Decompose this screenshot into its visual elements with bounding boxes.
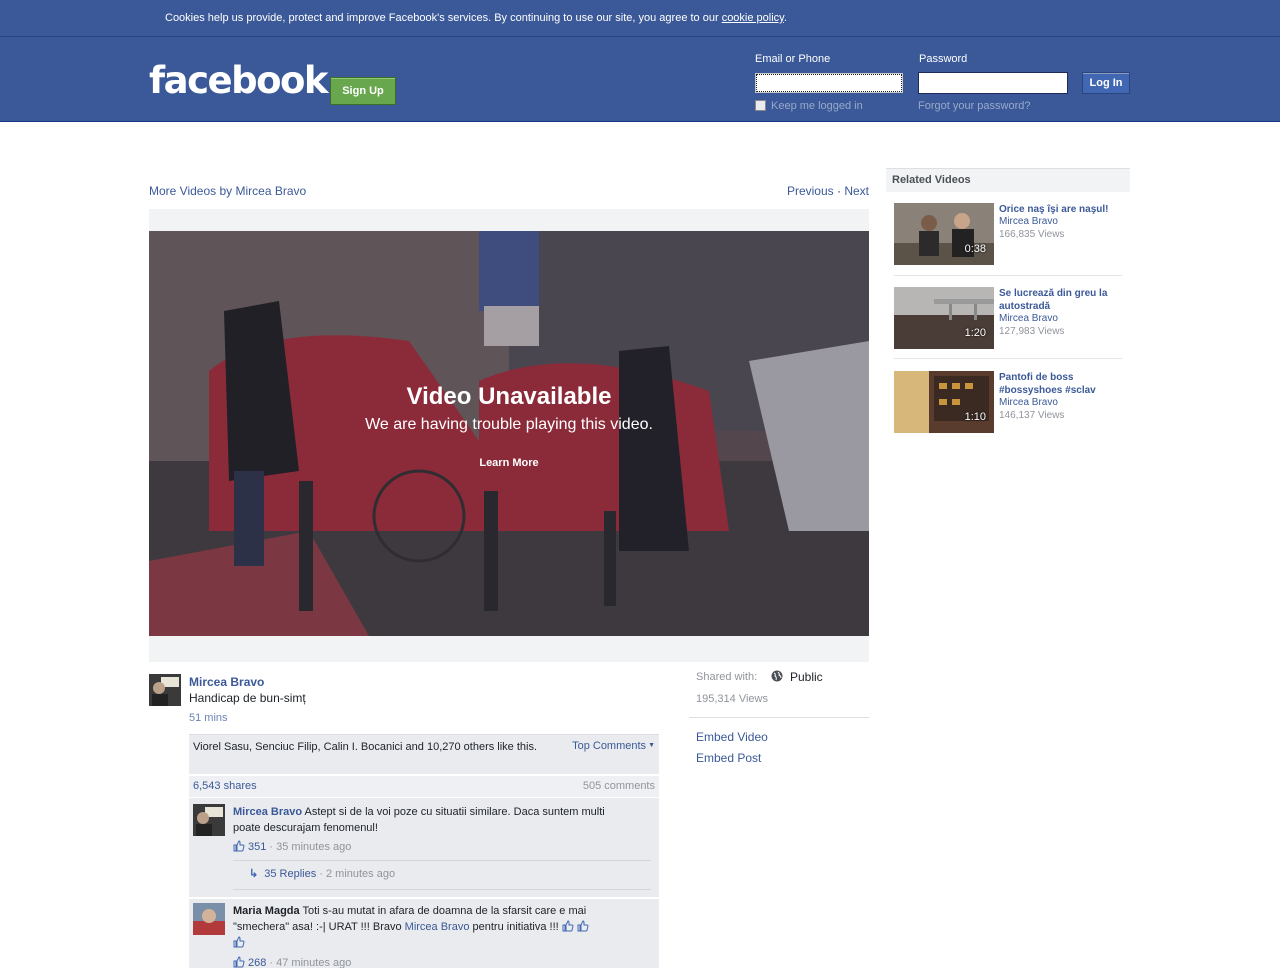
globe-icon: [771, 670, 783, 682]
header: facebook Sign Up Email or Phone Password…: [0, 37, 1280, 122]
divider: [233, 860, 651, 861]
mention-link[interactable]: Mircea Bravo: [405, 921, 470, 933]
commenter-avatar-image: [193, 903, 225, 935]
like-icon[interactable]: [233, 840, 245, 852]
top-comments-label: Top Comments: [572, 740, 647, 752]
related-videos-heading: Related Videos: [892, 174, 971, 186]
forgot-password-link[interactable]: Forgot your password?: [918, 100, 1031, 112]
divider: [233, 889, 651, 890]
comment-meta: 351 · 35 minutes ago: [233, 840, 351, 853]
thumbnail-image: [894, 203, 994, 265]
cookie-text-end: .: [783, 12, 787, 24]
video-unavailable-title: Video Unavailable: [406, 383, 612, 410]
video-player[interactable]: Video Unavailable We are having trouble …: [149, 231, 869, 636]
comment-time[interactable]: · 47 minutes ago: [266, 957, 351, 968]
likes-text[interactable]: Viorel Sasu, Senciuc Filip, Calin I. Boc…: [193, 739, 543, 755]
related-video-title[interactable]: Se lucrează din greu la autostradă: [999, 287, 1121, 313]
commenter-avatar-image: [193, 804, 225, 836]
comment-text-end: pentru initiativa !!!: [469, 921, 562, 933]
related-video-views: 146,137 Views: [999, 410, 1065, 421]
divider: [689, 717, 869, 718]
reply-arrow-icon: ↳: [249, 868, 259, 880]
author-avatar[interactable]: [149, 674, 181, 706]
video-duration: 1:20: [964, 327, 986, 339]
comment-author-link[interactable]: Mircea Bravo: [233, 806, 302, 818]
related-video-title[interactable]: Orice naş îşi are naşul!: [999, 203, 1121, 216]
shares-link[interactable]: 6,543 shares: [193, 780, 257, 792]
comment-time[interactable]: · 35 minutes ago: [266, 841, 351, 853]
keep-logged-in-checkbox[interactable]: [755, 100, 766, 111]
related-video-author[interactable]: Mircea Bravo: [999, 313, 1058, 324]
caret-down-icon: ▼: [648, 742, 655, 749]
keep-logged-in-label[interactable]: Keep me logged in: [771, 100, 863, 112]
divider: [894, 275, 1122, 276]
related-video-views: 127,983 Views: [999, 326, 1065, 337]
related-videos-header: Related Videos: [886, 168, 1130, 192]
thumbnail-image: [894, 287, 994, 349]
shared-with-label: Shared with:: [696, 671, 758, 683]
video-unavailable-subtitle: We are having trouble playing this video…: [365, 416, 653, 433]
embed-video-link[interactable]: Embed Video: [696, 730, 768, 744]
related-video-author[interactable]: Mircea Bravo: [999, 397, 1058, 408]
comment-like-count[interactable]: 268: [248, 957, 266, 968]
shares-row: 6,543 shares 505 comments: [189, 775, 659, 797]
email-label: Email or Phone: [755, 53, 831, 65]
comment-body: Maria Magda Toti s-au mutat in afara de …: [233, 903, 643, 951]
password-input[interactable]: [918, 72, 1068, 94]
related-video-thumbnail[interactable]: 0:38: [894, 203, 994, 265]
related-video-author[interactable]: Mircea Bravo: [999, 216, 1058, 227]
learn-more-link[interactable]: Learn More: [149, 457, 869, 469]
comment-body: Mircea Bravo Astept si de la voi poze cu…: [233, 804, 633, 836]
commenter-avatar[interactable]: [193, 903, 225, 935]
previous-link[interactable]: Previous: [787, 184, 834, 198]
comment-like-count[interactable]: 351: [248, 841, 266, 853]
like-icon[interactable]: [233, 956, 245, 968]
related-video-title[interactable]: Pantofi de boss #bossyshoes #sclav: [999, 371, 1121, 397]
password-label: Password: [919, 53, 968, 65]
post-timestamp[interactable]: 51 mins: [189, 712, 228, 724]
comments-count: 505 comments: [582, 780, 655, 792]
nav-separator: ·: [833, 184, 845, 198]
thumbnail-image: [894, 371, 994, 433]
cookie-banner-text: Cookies help us provide, protect and imp…: [165, 12, 787, 24]
related-video-views: 166,835 Views: [999, 229, 1065, 240]
video-duration: 1:10: [964, 411, 986, 423]
related-video-thumbnail[interactable]: 1:20: [894, 287, 994, 349]
post-text: Handicap de bun-simț: [189, 691, 306, 705]
likes-summary: Viorel Sasu, Senciuc Filip, Calin I. Boc…: [189, 734, 659, 774]
commenter-avatar[interactable]: [193, 804, 225, 836]
cookie-policy-link[interactable]: cookie policy: [722, 12, 784, 24]
privacy-public-label: Public: [790, 670, 823, 684]
next-link[interactable]: Next: [844, 184, 869, 198]
author-avatar-image: [149, 674, 181, 706]
prev-next-nav: Previous · Next: [787, 184, 869, 198]
comment-author-link[interactable]: Maria Magda: [233, 905, 300, 917]
comment-item: Maria Magda Toti s-au mutat in afara de …: [189, 898, 659, 968]
thumbs-up-emoticon-icon: [562, 920, 574, 932]
email-input[interactable]: [754, 72, 904, 94]
divider: [894, 358, 1122, 359]
comment-meta: 268 · 47 minutes ago: [233, 956, 351, 968]
sign-up-button[interactable]: Sign Up: [330, 77, 396, 105]
comment-item: Mircea Bravo Astept si de la voi poze cu…: [189, 797, 659, 897]
cookie-text: Cookies help us provide, protect and imp…: [165, 12, 722, 24]
related-video-thumbnail[interactable]: 1:10: [894, 371, 994, 433]
related-video-item[interactable]: 1:20 Se lucrează din greu la autostradă …: [894, 287, 1122, 349]
log-in-button[interactable]: Log In: [1082, 72, 1130, 94]
facebook-logo[interactable]: facebook: [149, 59, 329, 102]
post-author-link[interactable]: Mircea Bravo: [189, 675, 264, 689]
related-video-item[interactable]: 1:10 Pantofi de boss #bossyshoes #sclav …: [894, 371, 1122, 433]
embed-post-link[interactable]: Embed Post: [696, 751, 761, 765]
replies-row[interactable]: ↳ 35 Replies · 2 minutes ago: [249, 867, 395, 880]
top-comments-dropdown[interactable]: Top Comments ▼: [572, 740, 655, 752]
thumbs-up-emoticon-icon: [577, 920, 589, 932]
related-video-item[interactable]: 0:38 Orice naş îşi are naşul! Mircea Bra…: [894, 203, 1122, 265]
thumbs-up-emoticon-icon: [233, 936, 245, 948]
video-duration: 0:38: [964, 243, 986, 255]
replies-link[interactable]: 35 Replies: [264, 868, 316, 880]
more-videos-link[interactable]: More Videos by Mircea Bravo: [149, 184, 306, 198]
cookie-banner: Cookies help us provide, protect and imp…: [0, 0, 1280, 37]
views-count: 195,314 Views: [696, 693, 768, 705]
replies-time: · 2 minutes ago: [316, 868, 396, 880]
